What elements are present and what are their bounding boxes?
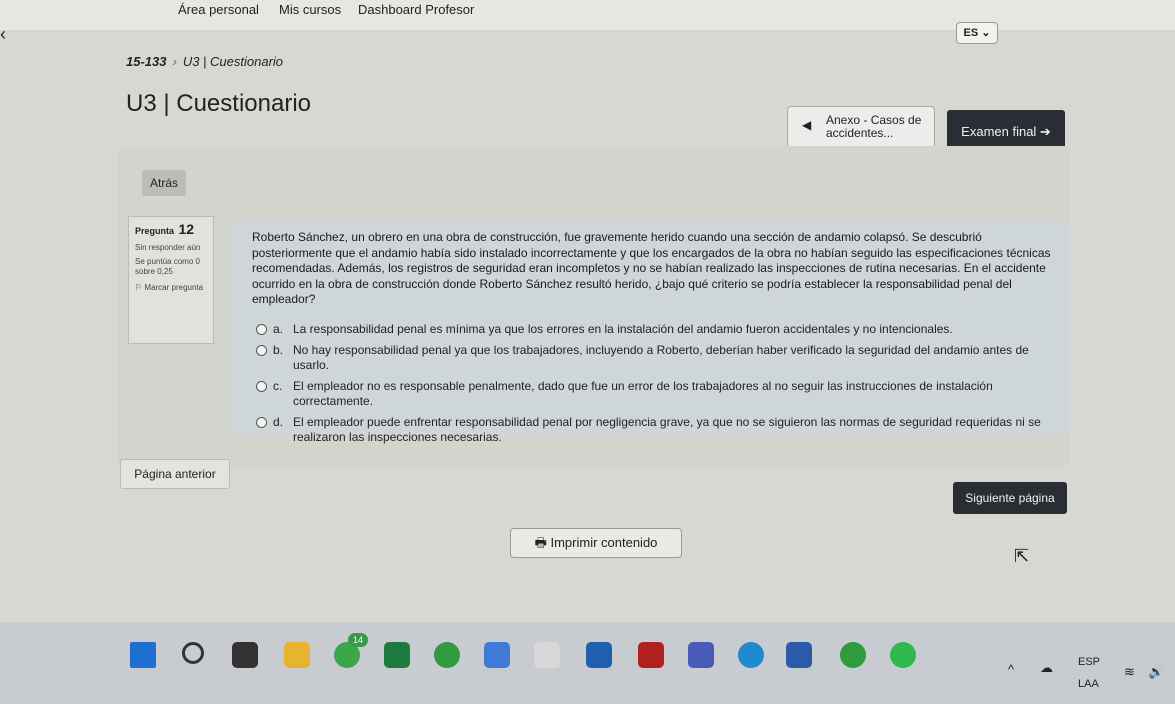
answer-option-b[interactable]: b. No hay responsabilidad penal ya que l… (256, 343, 1056, 373)
chrome-icon[interactable] (840, 642, 866, 668)
previous-page-button[interactable]: Página anterior (120, 459, 230, 489)
radio-button[interactable] (256, 324, 267, 335)
option-letter: d. (273, 415, 284, 429)
nav-area-personal[interactable]: Área personal (178, 2, 259, 17)
question-label: Pregunta (135, 226, 175, 236)
flag-icon: ⚐ (135, 283, 145, 292)
arrow-left-icon: ◀ (802, 118, 812, 132)
teams-icon[interactable] (688, 642, 714, 668)
option-text: La responsabilidad penal es mínima ya qu… (293, 322, 953, 336)
option-text: El empleador puede enfrentar responsabil… (293, 415, 1041, 444)
flag-question[interactable]: ⚐ Marcar pregunta (135, 283, 207, 292)
chrome-icon[interactable] (434, 642, 460, 668)
keyboard-layout[interactable]: LAA (1078, 678, 1099, 690)
option-letter: b. (273, 343, 284, 357)
question-number: 12 (178, 221, 195, 237)
option-letter: c. (273, 379, 283, 393)
wifi-icon[interactable]: ≋ (1124, 664, 1135, 680)
breadcrumb: 15-133 › U3 | Cuestionario (126, 54, 283, 69)
word-icon[interactable] (786, 642, 812, 668)
edge-icon[interactable] (738, 642, 764, 668)
chevron-left-icon[interactable]: ‹ (0, 24, 6, 45)
file-explorer-icon[interactable] (284, 642, 310, 668)
answer-option-d[interactable]: d. El empleador puede enfrentar responsa… (256, 415, 1056, 445)
back-button[interactable]: Atrás (142, 170, 186, 196)
radio-button[interactable] (256, 345, 267, 356)
app-icon[interactable] (534, 642, 560, 668)
previous-activity-button[interactable]: ◀ Anexo - Casos de accidentes... (787, 106, 935, 148)
task-view-icon[interactable] (232, 642, 258, 668)
question-info: Pregunta 12 Sin responder aún Se puntúa … (128, 216, 214, 344)
nav-mis-cursos[interactable]: Mis cursos (279, 2, 341, 17)
breadcrumb-separator-icon: › (172, 54, 177, 69)
top-navigation: Área personal Mis cursos Dashboard Profe… (0, 0, 1175, 30)
page-title: U3 | Cuestionario (126, 90, 311, 117)
mouse-cursor-icon: ⇱ (1014, 546, 1030, 566)
radio-button[interactable] (256, 381, 267, 392)
outlook-icon[interactable] (586, 642, 612, 668)
excel-icon[interactable] (384, 642, 410, 668)
question-text: Roberto Sánchez, un obrero en una obra d… (252, 230, 1051, 306)
nav-dashboard-profesor[interactable]: Dashboard Profesor (358, 2, 474, 17)
windows-start-icon[interactable] (130, 642, 156, 668)
previous-activity-label: Anexo - Casos de accidentes... (826, 113, 922, 140)
input-language[interactable]: ESP (1078, 656, 1100, 668)
question-score: Se puntúa como 0 sobre 0,25 (135, 257, 200, 276)
answer-option-c[interactable]: c. El empleador no es responsable penalm… (256, 379, 1056, 409)
question-status: Sin responder aún (135, 243, 201, 252)
radio-button[interactable] (256, 417, 267, 428)
breadcrumb-course[interactable]: 15-133 (126, 54, 166, 69)
option-text: No hay responsabilidad penal ya que los … (293, 343, 1029, 372)
flag-question-label: Marcar pregunta (144, 283, 204, 292)
option-text: El empleador no es responsable penalment… (293, 379, 993, 408)
answer-option-a[interactable]: a. La responsabilidad penal es mínima ya… (256, 322, 1056, 337)
answer-options: a. La responsabilidad penal es mínima ya… (256, 322, 1056, 451)
chevron-up-icon[interactable]: ^ (1008, 662, 1014, 677)
cloud-icon[interactable]: ☁ (1040, 660, 1053, 676)
netflix-icon[interactable] (638, 642, 664, 668)
volume-icon[interactable]: 🔊 (1148, 664, 1164, 680)
search-icon[interactable] (182, 642, 204, 664)
option-letter: a. (273, 322, 284, 336)
spotify-icon[interactable] (890, 642, 916, 668)
print-content-button[interactable]: 🖶 Imprimir contenido (510, 528, 682, 558)
app-icon[interactable] (484, 642, 510, 668)
breadcrumb-current: U3 | Cuestionario (182, 54, 284, 69)
language-selector[interactable]: ES ⌄ (956, 22, 998, 44)
notification-badge: 14 (348, 633, 368, 647)
next-page-button[interactable]: Siguiente página (953, 482, 1067, 514)
